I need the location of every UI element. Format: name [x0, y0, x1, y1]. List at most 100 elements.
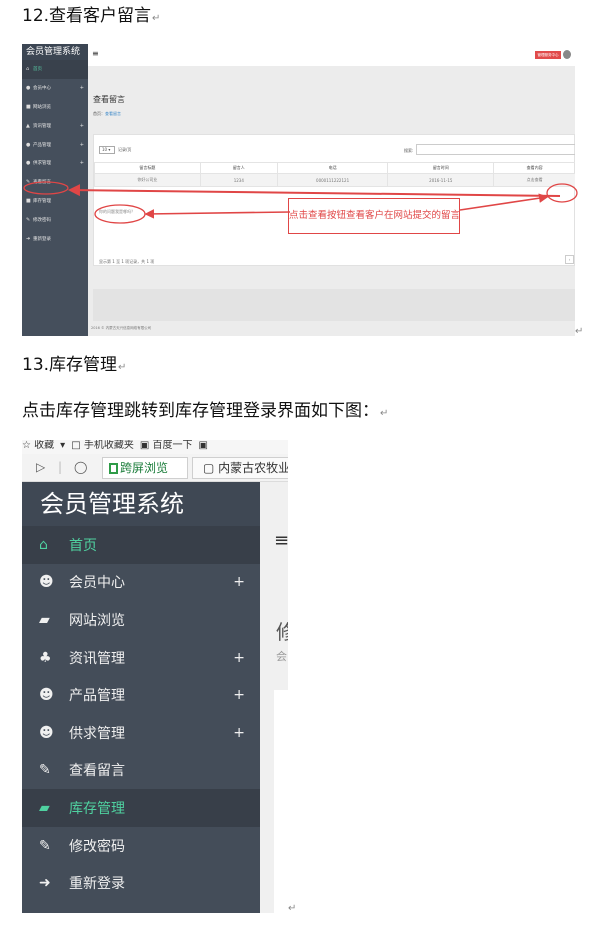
column-header[interactable]: 留言时间: [387, 162, 495, 174]
users-icon: ●: [26, 141, 31, 148]
breadcrumb-home[interactable]: 首页：: [93, 111, 105, 116]
sidebar-item-label: 会员中心: [33, 86, 51, 92]
users-icon: ☻: [39, 574, 54, 591]
avatar[interactable]: [563, 50, 571, 59]
sidebar-item-1[interactable]: ● 会员中心 +: [22, 79, 88, 98]
paragraph-mark: ↵: [288, 903, 297, 914]
sidebar-item-label: 查看留言: [69, 763, 125, 780]
expand-icon[interactable]: +: [80, 142, 84, 148]
bookmark-item[interactable]: ☆ 收藏: [22, 441, 54, 451]
page-icon: ▢: [203, 461, 219, 475]
home-icon: ⌂: [26, 66, 30, 73]
table-cell: 你好公司业: [94, 173, 201, 187]
column-header[interactable]: 电话: [276, 162, 389, 174]
tab-site[interactable]: ▢ 内蒙古农牧业: [192, 457, 288, 479]
sitemap-icon: ♣: [39, 649, 52, 666]
sidebar-item-9[interactable]: ➜ 重新登录: [22, 864, 260, 902]
bookmark-item[interactable]: ▣: [198, 441, 207, 451]
sidebar-item-8[interactable]: ✎ 修改密码: [22, 210, 88, 229]
bookmark-item[interactable]: ▾: [60, 441, 65, 451]
sidebar: 会员管理系统 ⌂ 首页 ☻ 会员中心 + ▰ 网站浏览 ♣ 资讯管理 + ☻ 产品管理 + ☻ 供求管理 + ✎…: [22, 482, 260, 913]
main-content: ≡ 修 会: [260, 482, 288, 913]
pager-next-button[interactable]: ›: [565, 255, 574, 264]
service-center-button[interactable]: 管理服务中心: [535, 51, 561, 59]
expand-icon[interactable]: +: [233, 650, 245, 666]
sidebar-item-label: 会员中心: [69, 575, 125, 592]
sidebar-item-label: 库存管理: [33, 198, 51, 204]
view-button[interactable]: 点击查看: [493, 173, 575, 187]
page-title: 查看留言: [93, 95, 125, 104]
link-note[interactable]: 你的问题我是哪吗？: [99, 209, 135, 215]
footer-band: [93, 289, 575, 321]
hamburger-icon[interactable]: ≡: [274, 532, 288, 550]
sidebar-item-label: 产品管理: [69, 688, 125, 705]
brand-title: 会员管理系统: [22, 44, 88, 60]
expand-icon[interactable]: +: [233, 574, 245, 590]
wrench-icon: ✎: [39, 762, 51, 779]
sidebar-item-5[interactable]: ☻ 供求管理 +: [22, 714, 260, 752]
sidebar-item-1[interactable]: ☻ 会员中心 +: [22, 564, 260, 602]
column-header[interactable]: 查看内容: [493, 162, 575, 174]
sidebar-item-label: 供求管理: [33, 161, 51, 167]
sidebar-item-9[interactable]: ➜ 重新登录: [22, 229, 88, 248]
expand-icon[interactable]: +: [80, 85, 84, 91]
bookmark-item[interactable]: ▣ 百度一下: [140, 441, 193, 451]
sidebar-item-2[interactable]: ▰ 网站浏览: [22, 601, 260, 639]
home-icon: ⌂: [39, 536, 48, 553]
page-length-select[interactable]: 10 ▾: [99, 146, 115, 154]
sidebar-item-0[interactable]: ⌂ 首页: [22, 526, 260, 564]
refresh-icon[interactable]: ◯: [74, 460, 87, 474]
bookmark-item[interactable]: □ 手机收藏夹: [71, 441, 134, 451]
sidebar-item-3[interactable]: ♣ 资讯管理 +: [22, 639, 260, 677]
annotation-callout: 点击查看按钮查看客户在网站提交的留言: [288, 198, 460, 234]
table-info: 显示第 1 至 1 项记录，共 1 项: [99, 259, 155, 264]
wrench-icon: ✎: [39, 837, 51, 854]
expand-icon[interactable]: +: [233, 687, 245, 703]
paragraph-mark: ↵: [575, 326, 584, 337]
sidebar-item-5[interactable]: ● 供求管理 +: [22, 154, 88, 173]
sidebar-item-7[interactable]: ▰ 库存管理: [22, 789, 260, 827]
forward-icon[interactable]: ▷: [36, 460, 45, 474]
table-cell: 2016-11-15: [387, 173, 495, 187]
browser-tab-bar: ▷ | ◯ 跨屏浏览 ▢ 内蒙古农牧业: [22, 454, 288, 482]
table-header-row: 留言标题 留言人 电话 留言时间 查看内容: [94, 162, 575, 174]
wrench-icon: ✎: [26, 216, 31, 223]
sidebar-item-7[interactable]: ■ 库存管理: [22, 192, 88, 211]
top-bar: ≡ 管理服务中心: [88, 44, 575, 66]
sidebar-item-label: 网站浏览: [33, 104, 51, 110]
sidebar-item-6[interactable]: ✎ 查看留言: [22, 173, 88, 192]
breadcrumb-partial: 会: [276, 650, 287, 663]
sign-out-icon: ➜: [26, 235, 31, 242]
hamburger-icon[interactable]: ≡: [92, 50, 99, 58]
expand-icon[interactable]: +: [80, 160, 84, 166]
messages-table: 留言标题 留言人 电话 留言时间 查看内容 你好公司业 1234 0000111222121…: [94, 162, 575, 187]
tab-cross-screen[interactable]: 跨屏浏览: [102, 457, 188, 479]
sidebar-item-4[interactable]: ☻ 产品管理 +: [22, 676, 260, 714]
column-header[interactable]: 留言人: [199, 162, 278, 174]
sidebar-item-label: 首页: [33, 67, 42, 73]
sidebar-item-4[interactable]: ● 产品管理 +: [22, 135, 88, 154]
sidebar-item-label: 修改密码: [69, 838, 125, 855]
sidebar-item-0[interactable]: ⌂ 首页: [22, 60, 88, 79]
sidebar-item-2[interactable]: ■ 网站浏览: [22, 98, 88, 117]
sidebar-item-6[interactable]: ✎ 查看留言: [22, 752, 260, 790]
truck-icon: ■: [26, 197, 31, 204]
sidebar-item-label: 查看留言: [33, 180, 51, 186]
expand-icon[interactable]: +: [80, 123, 84, 129]
section-description: 点击库存管理跳转到库存管理登录界面如下图：↵: [22, 401, 389, 421]
content-card: [274, 690, 288, 913]
screenshot-inventory-menu: ☆ 收藏 ▾ □ 手机收藏夹 ▣ 百度一下 ▣ ▷ | ◯ 跨屏浏览 ▢ 内蒙古农牧业 …: [22, 440, 288, 913]
table-body: 你好公司业 1234 0000111222121 2016-11-15 点击查看: [94, 173, 575, 187]
breadcrumb: 首页：查看留言: [93, 111, 121, 117]
sidebar-item-label: 首页: [69, 537, 97, 554]
expand-icon[interactable]: +: [233, 725, 245, 741]
users-icon: ☻: [39, 687, 54, 704]
search-input[interactable]: [416, 144, 575, 155]
sidebar-item-8[interactable]: ✎ 修改密码: [22, 827, 260, 865]
column-header[interactable]: 留言标题: [94, 162, 201, 174]
sidebar-item-3[interactable]: ▲ 资讯管理 +: [22, 116, 88, 135]
brand-title: 会员管理系统: [22, 482, 260, 526]
page-title-partial: 修: [276, 620, 288, 644]
users-icon: ●: [26, 160, 31, 167]
sitemap-icon: ▲: [26, 122, 30, 129]
